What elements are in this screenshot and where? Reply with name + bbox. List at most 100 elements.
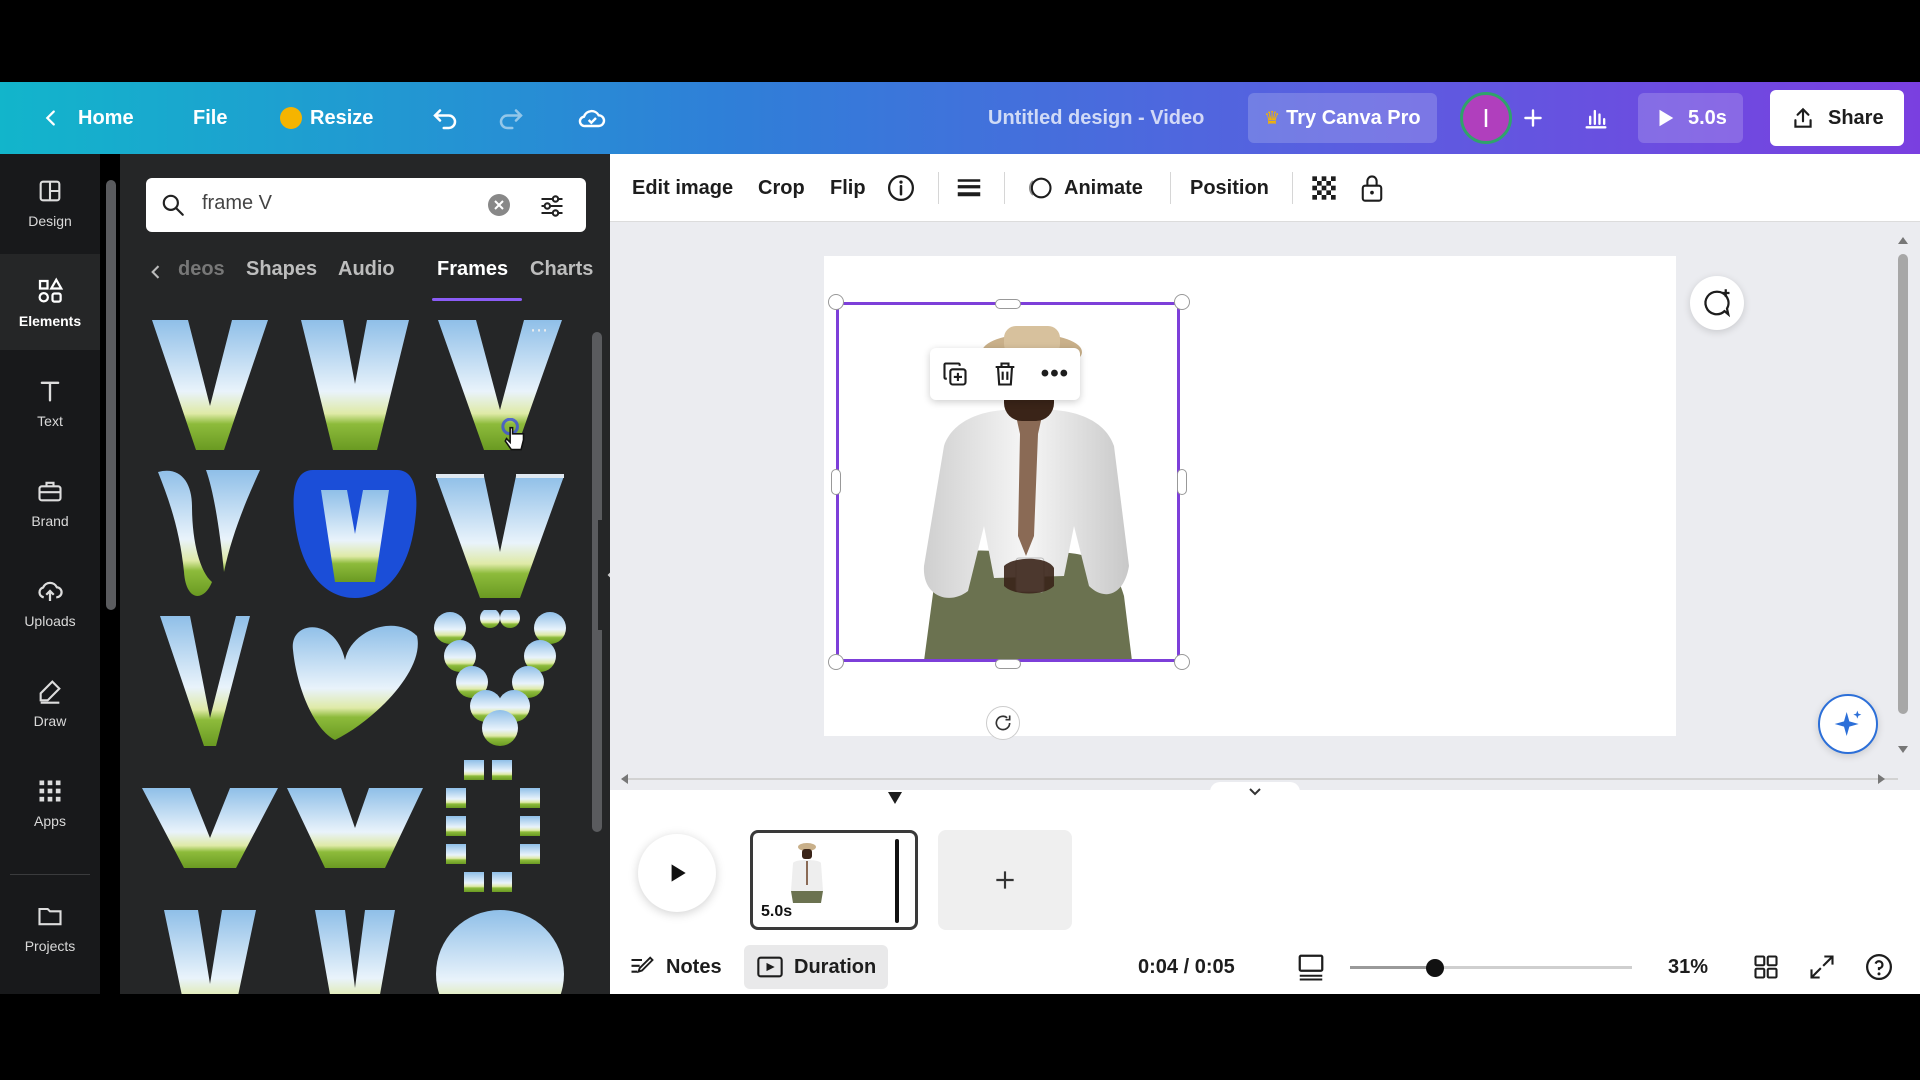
- clear-search-icon[interactable]: [488, 194, 510, 216]
- present-play-button[interactable]: 5.0s: [1638, 93, 1743, 143]
- rail-item-draw[interactable]: Draw: [0, 654, 100, 750]
- rail-item-uploads[interactable]: Uploads: [0, 554, 100, 650]
- clip-trim-handle[interactable]: [895, 839, 899, 923]
- toolbar-divider: [1292, 172, 1293, 204]
- frame-thumbnail[interactable]: [140, 758, 280, 898]
- filter-sliders-icon[interactable]: [538, 192, 566, 220]
- frame-thumbnail[interactable]: [430, 904, 570, 994]
- scroll-right-arrow-icon[interactable]: [1876, 772, 1888, 786]
- toolbar-divider: [1170, 172, 1171, 204]
- rotate-handle[interactable]: [986, 706, 1020, 740]
- position-button[interactable]: Position: [1190, 154, 1269, 222]
- search-box[interactable]: frame V: [146, 178, 586, 232]
- add-collaborator-button[interactable]: [1520, 82, 1546, 154]
- resize-handle[interactable]: [828, 654, 844, 670]
- rail-scrollbar[interactable]: [106, 180, 116, 610]
- text-icon: [34, 375, 66, 407]
- avatar[interactable]: I: [1460, 92, 1512, 144]
- insights-button[interactable]: [1582, 82, 1610, 154]
- help-button[interactable]: [1864, 940, 1894, 994]
- scroll-up-arrow-icon[interactable]: [1896, 234, 1910, 246]
- search-input[interactable]: frame V: [202, 192, 272, 215]
- resize-handle[interactable]: [1177, 469, 1187, 495]
- timeline-collapse-tab[interactable]: [1210, 782, 1300, 802]
- play-icon: [1659, 109, 1674, 127]
- frame-thumbnail[interactable]: [285, 904, 425, 994]
- frame-thumbnail[interactable]: [285, 758, 425, 898]
- timeline-play-button[interactable]: [638, 834, 716, 912]
- rail-item-design[interactable]: Design: [0, 154, 100, 250]
- border-style-button[interactable]: [954, 154, 984, 222]
- canvas-scrollbar[interactable]: [1898, 254, 1908, 714]
- frame-thumbnail[interactable]: [140, 904, 280, 994]
- notes-button[interactable]: Notes: [628, 940, 722, 994]
- more-options-icon[interactable]: •••: [1041, 360, 1069, 388]
- try-canva-pro-button[interactable]: ♛ Try Canva Pro: [1248, 93, 1437, 143]
- resize-handle[interactable]: [1174, 654, 1190, 670]
- cloud-save-button[interactable]: [576, 82, 608, 154]
- tab-charts[interactable]: Charts: [530, 258, 593, 281]
- add-page-button[interactable]: [938, 830, 1072, 930]
- page-view-button[interactable]: [1296, 940, 1326, 994]
- zoom-percent[interactable]: 31%: [1668, 940, 1708, 994]
- magic-assistant-button[interactable]: [1818, 694, 1878, 754]
- rail-item-elements[interactable]: Elements: [0, 254, 100, 350]
- rail-item-projects[interactable]: Projects: [0, 879, 100, 975]
- frame-thumbnail[interactable]: [285, 462, 425, 602]
- zoom-slider-knob[interactable]: [1425, 959, 1444, 977]
- design-canvas[interactable]: [824, 256, 1676, 736]
- rail-item-text[interactable]: Text: [0, 354, 100, 450]
- frame-thumbnail[interactable]: [285, 610, 425, 750]
- share-button[interactable]: Share: [1770, 90, 1904, 146]
- chevron-left-icon[interactable]: [146, 262, 166, 282]
- tab-audio[interactable]: Audio: [338, 258, 395, 281]
- frame-thumbnail[interactable]: [430, 462, 570, 602]
- scroll-down-arrow-icon[interactable]: [1896, 744, 1910, 756]
- rail-item-apps[interactable]: Apps: [0, 754, 100, 850]
- resize-handle[interactable]: [831, 469, 841, 495]
- duplicate-icon[interactable]: [941, 360, 969, 388]
- rail-item-brand[interactable]: Brand: [0, 454, 100, 550]
- file-menu-button[interactable]: File: [193, 82, 227, 154]
- fullscreen-button[interactable]: [1808, 940, 1836, 994]
- resize-handle[interactable]: [828, 294, 844, 310]
- undo-button[interactable]: [430, 82, 460, 154]
- comment-add-icon: [1704, 289, 1731, 318]
- resize-handle[interactable]: [1174, 294, 1190, 310]
- resize-handle[interactable]: [995, 659, 1021, 669]
- horizontal-scrollbar[interactable]: [622, 778, 1898, 780]
- design-title[interactable]: Untitled design - Video: [988, 82, 1204, 154]
- redo-button[interactable]: [496, 82, 526, 154]
- zoom-slider[interactable]: [1350, 966, 1632, 969]
- add-comment-button[interactable]: [1690, 276, 1744, 330]
- frame-thumbnail[interactable]: ⋯: [430, 314, 570, 454]
- flip-button[interactable]: Flip: [830, 154, 866, 222]
- grid-view-button[interactable]: [1752, 940, 1780, 994]
- timeline-clip[interactable]: 5.0s: [750, 830, 918, 930]
- trash-icon[interactable]: [991, 360, 1019, 388]
- frame-thumbnail[interactable]: [140, 462, 280, 602]
- frame-thumbnail[interactable]: [430, 758, 570, 898]
- playhead-marker-icon[interactable]: [886, 790, 904, 806]
- transparency-button[interactable]: [1310, 154, 1338, 222]
- apps-grid-icon: [34, 775, 66, 807]
- frame-thumbnail[interactable]: [285, 314, 425, 454]
- back-home-button[interactable]: Home: [40, 82, 134, 154]
- more-options-icon[interactable]: ⋯: [530, 320, 549, 341]
- duration-button[interactable]: Duration: [744, 945, 889, 989]
- info-button[interactable]: [886, 154, 916, 222]
- lock-button[interactable]: [1358, 154, 1386, 222]
- tab-videos[interactable]: deos: [178, 258, 225, 281]
- frame-thumbnail[interactable]: [140, 314, 280, 454]
- tab-shapes[interactable]: Shapes: [246, 258, 317, 281]
- resize-handle[interactable]: [995, 299, 1021, 309]
- animate-button[interactable]: Animate: [1026, 154, 1143, 222]
- frame-thumbnail[interactable]: [430, 608, 570, 750]
- edit-image-button[interactable]: Edit image: [632, 154, 733, 222]
- resize-button[interactable]: Resize: [280, 82, 373, 154]
- tab-frames[interactable]: Frames: [437, 258, 508, 281]
- crop-button[interactable]: Crop: [758, 154, 805, 222]
- duration-label: Duration: [794, 955, 877, 978]
- scroll-left-arrow-icon[interactable]: [618, 772, 630, 786]
- frame-thumbnail[interactable]: [140, 610, 280, 750]
